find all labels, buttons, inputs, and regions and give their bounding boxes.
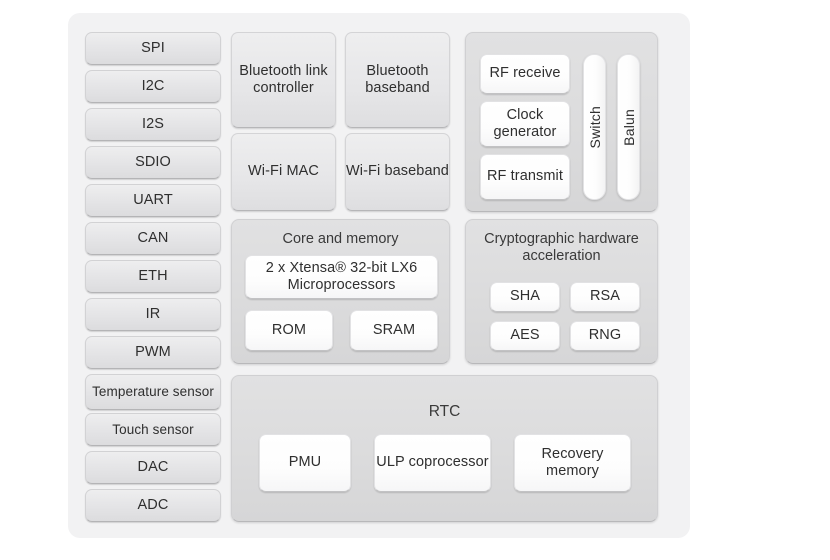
- peripheral-label: ETH: [138, 267, 168, 284]
- peripheral-sdio[interactable]: SDIO: [85, 146, 221, 179]
- block-label: PMU: [288, 454, 322, 471]
- block-label: ULP coprocessor: [376, 454, 489, 471]
- block-label: Wi-Fi baseband: [346, 163, 449, 180]
- peripheral-label: UART: [133, 191, 173, 208]
- pmu-block[interactable]: PMU: [259, 434, 351, 492]
- block-label: Clock generator: [493, 106, 557, 140]
- diagram-canvas: SPI I2C I2S SDIO UART CAN ETH IR PWM Tem…: [0, 0, 830, 560]
- crypto-rng-block[interactable]: RNG: [570, 321, 640, 351]
- xtensa-microprocessors-block[interactable]: 2 x Xtensa® 32-bit LX6 Microprocessors: [245, 255, 438, 299]
- peripheral-eth[interactable]: ETH: [85, 260, 221, 293]
- block-label: RNG: [588, 327, 622, 344]
- peripheral-label: SDIO: [135, 153, 171, 170]
- rtc-title: RTC: [428, 403, 461, 420]
- peripheral-label: ADC: [137, 496, 169, 513]
- block-label: SRAM: [372, 321, 416, 338]
- ulp-coprocessor-block[interactable]: ULP coprocessor: [374, 434, 491, 492]
- crypto-rsa-block[interactable]: RSA: [570, 282, 640, 312]
- crypto-sha-block[interactable]: SHA: [490, 282, 560, 312]
- peripheral-temperature-sensor[interactable]: Temperature sensor: [85, 374, 221, 410]
- core-and-memory-panel: Core and memory 2 x Xtensa® 32-bit LX6 M…: [231, 219, 450, 364]
- bluetooth-baseband-block[interactable]: Bluetooth baseband: [345, 32, 450, 128]
- peripheral-spi[interactable]: SPI: [85, 32, 221, 65]
- peripheral-uart[interactable]: UART: [85, 184, 221, 217]
- block-label: Bluetooth baseband: [365, 62, 430, 96]
- peripheral-label: IR: [145, 305, 161, 322]
- clock-generator-block[interactable]: Clock generator: [480, 101, 570, 147]
- block-label: RF transmit: [486, 168, 564, 185]
- crypto-acceleration-panel: Cryptographic hardware acceleration SHA …: [465, 219, 658, 364]
- peripheral-can[interactable]: CAN: [85, 222, 221, 255]
- peripheral-label: SPI: [141, 39, 165, 56]
- peripheral-ir[interactable]: IR: [85, 298, 221, 331]
- block-label: RSA: [589, 288, 621, 305]
- block-label: Switch: [586, 105, 603, 149]
- wifi-baseband-block[interactable]: Wi-Fi baseband: [345, 133, 450, 211]
- block-label: Bluetooth link controller: [239, 62, 328, 96]
- rf-transmit-block[interactable]: RF transmit: [480, 154, 570, 200]
- peripheral-i2c[interactable]: I2C: [85, 70, 221, 103]
- rom-block[interactable]: ROM: [245, 310, 333, 351]
- crypto-aes-block[interactable]: AES: [490, 321, 560, 351]
- rf-receive-block[interactable]: RF receive: [480, 54, 570, 94]
- peripheral-label: Touch sensor: [112, 421, 194, 437]
- peripheral-label: CAN: [137, 229, 169, 246]
- block-label: Recovery memory: [541, 445, 604, 479]
- block-label: Wi-Fi MAC: [248, 163, 319, 180]
- peripheral-i2s[interactable]: I2S: [85, 108, 221, 141]
- peripheral-pwm[interactable]: PWM: [85, 336, 221, 369]
- block-label: Balun: [620, 108, 637, 146]
- bluetooth-link-controller-block[interactable]: Bluetooth link controller: [231, 32, 336, 128]
- block-label: SHA: [509, 288, 541, 305]
- block-label: AES: [510, 327, 540, 344]
- peripheral-label: PWM: [135, 343, 171, 360]
- crypto-acceleration-title: Cryptographic hardware acceleration: [484, 231, 639, 265]
- peripheral-dac[interactable]: DAC: [85, 451, 221, 484]
- peripheral-label: Temperature sensor: [92, 384, 214, 400]
- recovery-memory-block[interactable]: Recovery memory: [514, 434, 631, 492]
- peripheral-label: I2C: [141, 77, 165, 94]
- rf-switch-block[interactable]: Switch: [583, 54, 606, 200]
- peripheral-label: I2S: [141, 115, 165, 132]
- core-and-memory-title: Core and memory: [282, 231, 399, 247]
- peripheral-touch-sensor[interactable]: Touch sensor: [85, 413, 221, 446]
- peripheral-adc[interactable]: ADC: [85, 489, 221, 522]
- soc-outer-shell: SPI I2C I2S SDIO UART CAN ETH IR PWM Tem…: [68, 13, 690, 538]
- rf-balun-block[interactable]: Balun: [617, 54, 640, 200]
- rtc-panel: RTC PMU ULP coprocessor Recovery memory: [231, 375, 658, 522]
- rf-frontend-panel: RF receive Clock generator RF transmit S…: [465, 32, 658, 212]
- block-label: 2 x Xtensa® 32-bit LX6 Microprocessors: [265, 259, 418, 293]
- sram-block[interactable]: SRAM: [350, 310, 438, 351]
- block-label: ROM: [271, 321, 307, 338]
- wifi-mac-block[interactable]: Wi-Fi MAC: [231, 133, 336, 211]
- peripheral-label: DAC: [137, 458, 169, 475]
- block-label: RF receive: [489, 65, 561, 82]
